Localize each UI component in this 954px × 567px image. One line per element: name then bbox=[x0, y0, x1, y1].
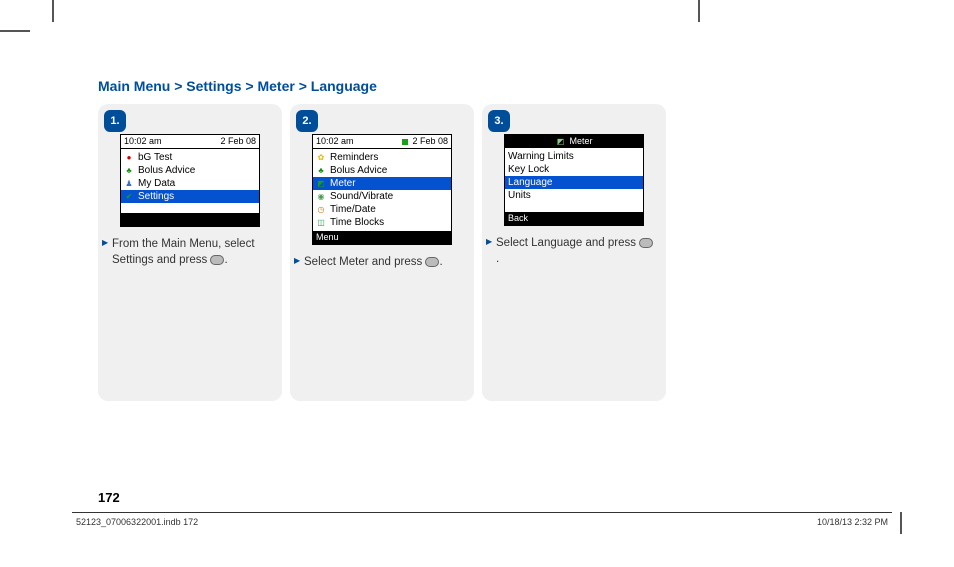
menu-label: Bolus Advice bbox=[138, 165, 195, 178]
step-instruction: From the Main Menu, select Settings and … bbox=[98, 227, 282, 268]
menu-item: ♟ My Data bbox=[121, 177, 259, 190]
steps-row: 1. 10:02 am 2 Feb 08 ● bG Test ♣ Bolus A… bbox=[98, 104, 668, 401]
menu-label: Language bbox=[508, 177, 553, 190]
drop-icon: ● bbox=[124, 153, 134, 163]
menu-item: Key Lock bbox=[505, 163, 643, 176]
screen-title-bar: ◩ Meter bbox=[505, 135, 643, 148]
menu-item: ◫ Time Blocks bbox=[313, 216, 451, 229]
instruction-text: From the Main Menu, select Settings and … bbox=[112, 238, 255, 266]
screen-body: ● bG Test ♣ Bolus Advice ♟ My Data ✔ Set… bbox=[121, 149, 259, 213]
status-time: 10:02 am bbox=[316, 136, 354, 147]
menu-label: Meter bbox=[330, 178, 356, 191]
step-badge: 2. bbox=[296, 110, 318, 132]
screen-footer: Menu bbox=[313, 231, 451, 244]
screen-footer bbox=[121, 213, 259, 226]
data-icon: ♟ bbox=[124, 179, 134, 189]
instruction-text-end: . bbox=[224, 254, 227, 266]
step-instruction: Select Language and press . bbox=[482, 226, 666, 267]
check-icon: ✔ bbox=[124, 192, 134, 202]
status-time: 10:02 am bbox=[124, 136, 162, 147]
crop-mark bbox=[900, 512, 902, 534]
step-badge: 1. bbox=[104, 110, 126, 132]
meter-icon: ◩ bbox=[555, 137, 565, 147]
print-footer: 52123_07006322001.indb 172 10/18/13 2:32… bbox=[72, 512, 892, 527]
menu-label: Settings bbox=[138, 191, 174, 204]
screen-footer: Back bbox=[505, 212, 643, 225]
bolus-icon: ♣ bbox=[316, 166, 326, 176]
footer-file: 52123_07006322001.indb 172 bbox=[76, 517, 198, 527]
crop-mark bbox=[698, 0, 700, 22]
crop-mark bbox=[0, 30, 30, 32]
crop-mark bbox=[52, 0, 54, 22]
status-indicator-icon bbox=[402, 139, 408, 145]
instruction-text: Select Language and press bbox=[496, 237, 639, 249]
device-screen: ◩ Meter Warning Limits Key Lock Language… bbox=[504, 134, 644, 226]
menu-label: Key Lock bbox=[508, 164, 549, 177]
instruction-text-end: . bbox=[496, 253, 499, 265]
screen-body: ✿ Reminders ♣ Bolus Advice ◩ Meter ◉ Sou… bbox=[313, 149, 451, 231]
meter-icon: ◩ bbox=[316, 179, 326, 189]
menu-label: My Data bbox=[138, 178, 175, 191]
menu-label: Sound/Vibrate bbox=[330, 191, 393, 204]
screen-title: Meter bbox=[569, 136, 592, 147]
menu-label: Units bbox=[508, 190, 531, 203]
step-instruction: Select Meter and press . bbox=[290, 245, 474, 271]
instruction-text-end: . bbox=[439, 256, 442, 268]
press-button-icon bbox=[425, 257, 439, 267]
sound-icon: ◉ bbox=[316, 192, 326, 202]
menu-item: ◷ Time/Date bbox=[313, 203, 451, 216]
menu-item: ♣ Bolus Advice bbox=[121, 164, 259, 177]
step-badge: 3. bbox=[488, 110, 510, 132]
status-bar: 10:02 am 2 Feb 08 bbox=[313, 135, 451, 149]
menu-item: ● bG Test bbox=[121, 151, 259, 164]
menu-label: bG Test bbox=[138, 152, 172, 165]
menu-label: Bolus Advice bbox=[330, 165, 387, 178]
press-button-icon bbox=[639, 238, 653, 248]
breadcrumb: Main Menu > Settings > Meter > Language bbox=[98, 78, 668, 94]
status-date: 2 Feb 08 bbox=[412, 136, 448, 147]
menu-item: Units bbox=[505, 189, 643, 202]
menu-item: ◉ Sound/Vibrate bbox=[313, 190, 451, 203]
menu-label: Time/Date bbox=[330, 204, 376, 217]
press-button-icon bbox=[210, 255, 224, 265]
menu-item-selected: Language bbox=[505, 176, 643, 189]
footer-timestamp: 10/18/13 2:32 PM bbox=[817, 517, 888, 527]
menu-label: Time Blocks bbox=[330, 217, 384, 230]
bell-icon: ✿ bbox=[316, 153, 326, 163]
menu-label: Reminders bbox=[330, 152, 378, 165]
menu-item: ♣ Bolus Advice bbox=[313, 164, 451, 177]
clock-icon: ◷ bbox=[316, 205, 326, 215]
step-2: 2. 10:02 am 2 Feb 08 ✿ Reminders ♣ bbox=[290, 104, 474, 401]
step-3: 3. ◩ Meter Warning Limits Key Lock Langu… bbox=[482, 104, 666, 401]
menu-label: Warning Limits bbox=[508, 151, 574, 164]
screen-body: Warning Limits Key Lock Language Units bbox=[505, 148, 643, 212]
device-screen: 10:02 am 2 Feb 08 ● bG Test ♣ Bolus Advi… bbox=[120, 134, 260, 227]
step-1: 1. 10:02 am 2 Feb 08 ● bG Test ♣ Bolus A… bbox=[98, 104, 282, 401]
page-number: 172 bbox=[98, 490, 120, 505]
menu-item: ✿ Reminders bbox=[313, 151, 451, 164]
menu-item-selected: ◩ Meter bbox=[313, 177, 451, 190]
bolus-icon: ♣ bbox=[124, 166, 134, 176]
status-right: 2 Feb 08 bbox=[402, 136, 448, 147]
instruction-text: Select Meter and press bbox=[304, 256, 425, 268]
blocks-icon: ◫ bbox=[316, 218, 326, 228]
status-date: 2 Feb 08 bbox=[220, 136, 256, 147]
device-screen: 10:02 am 2 Feb 08 ✿ Reminders ♣ Bolus Ad… bbox=[312, 134, 452, 245]
menu-item-selected: ✔ Settings bbox=[121, 190, 259, 203]
page-content: Main Menu > Settings > Meter > Language … bbox=[98, 78, 668, 401]
menu-item: Warning Limits bbox=[505, 150, 643, 163]
status-bar: 10:02 am 2 Feb 08 bbox=[121, 135, 259, 149]
